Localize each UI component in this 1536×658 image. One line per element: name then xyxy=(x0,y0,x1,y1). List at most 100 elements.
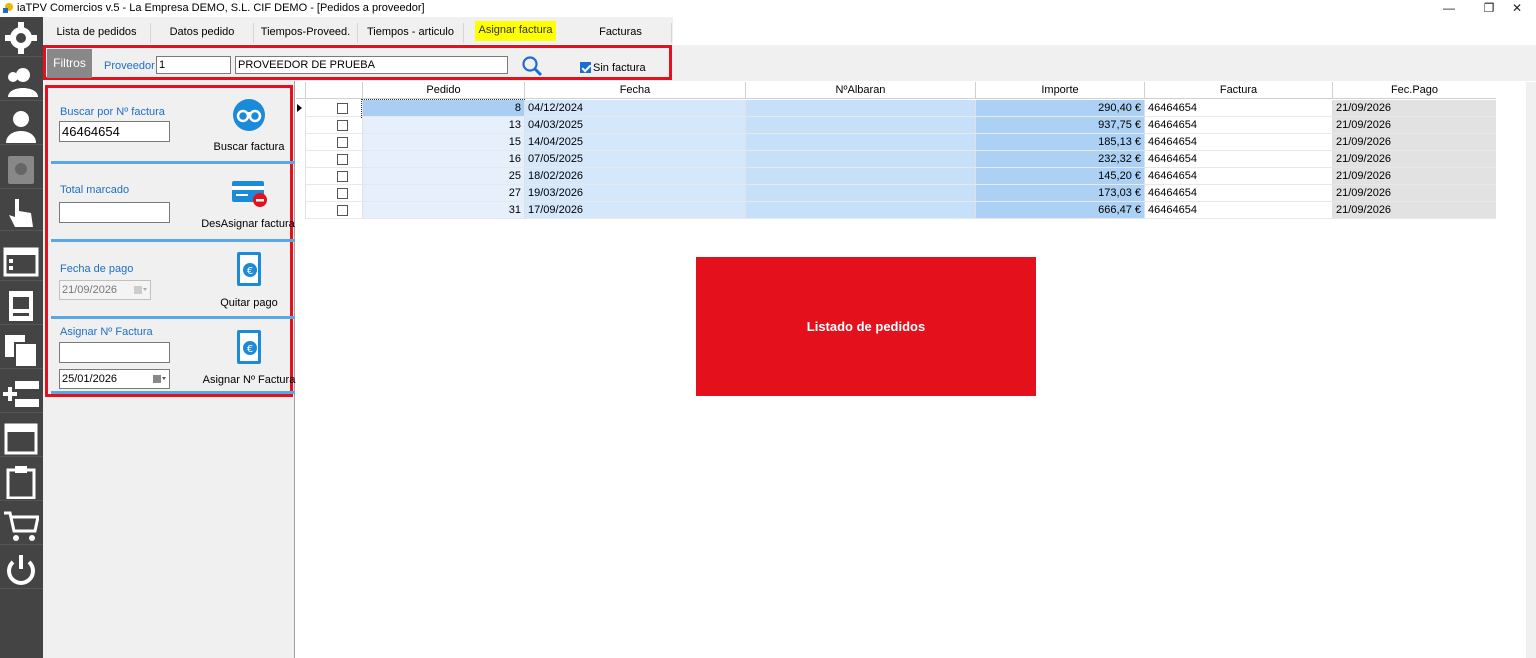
toolbar-documents-button[interactable] xyxy=(0,331,43,369)
tab-tiempos-proveed[interactable]: Tiempos-Proveed. xyxy=(254,23,358,43)
cell-fecha[interactable]: 18/02/2026 xyxy=(524,168,745,185)
cell-factura[interactable]: 46464654 xyxy=(1144,100,1332,117)
toolbar-panel-button[interactable] xyxy=(0,419,43,457)
sin-factura-checkbox[interactable] xyxy=(580,62,591,73)
toolbar-cart-button[interactable] xyxy=(0,507,43,545)
cell-fecha[interactable]: 07/05/2025 xyxy=(524,151,745,168)
buscar-factura-button[interactable]: Buscar factura xyxy=(213,141,285,153)
calendar-dropdown-icon[interactable] xyxy=(134,285,148,295)
table-row[interactable]: 8 04/12/2024 290,40 €46464654 21/09/2026 xyxy=(296,99,1496,118)
tab-tiempos-articulo[interactable]: Tiempos - articulo xyxy=(358,23,464,43)
cell-fec-pago[interactable]: 21/09/2026 xyxy=(1332,117,1496,134)
asignar-factura-button[interactable]: Asignar Nº Factura xyxy=(201,374,297,386)
quitar-pago-button[interactable]: Quitar pago xyxy=(216,297,282,309)
cell-importe[interactable]: 232,32 € xyxy=(975,151,1144,168)
close-button[interactable]: ✕ xyxy=(1494,0,1536,17)
row-checkbox[interactable] xyxy=(337,154,348,165)
row-checkbox[interactable] xyxy=(337,188,348,199)
cell-pedido[interactable]: 16 xyxy=(362,151,524,168)
table-row[interactable]: 25 18/02/2026 145,20 €46464654 21/09/2026 xyxy=(296,168,1496,185)
euro-book-icon[interactable]: € xyxy=(235,251,263,287)
cell-fec-pago[interactable]: 21/09/2026 xyxy=(1332,168,1496,185)
cell-factura[interactable]: 46464654 xyxy=(1144,185,1332,202)
cell-fecha[interactable]: 19/03/2026 xyxy=(524,185,745,202)
toolbar-touch-button[interactable] xyxy=(0,193,43,231)
cell-importe[interactable]: 290,40 € xyxy=(975,100,1144,117)
cell-albaran[interactable] xyxy=(745,151,975,168)
cell-factura[interactable]: 46464654 xyxy=(1144,134,1332,151)
cell-fecha[interactable]: 04/03/2025 xyxy=(524,117,745,134)
cell-pedido[interactable]: 25 xyxy=(362,168,524,185)
cell-albaran[interactable] xyxy=(745,168,975,185)
header-pedido[interactable]: Pedido xyxy=(362,82,524,99)
calendar-dropdown-icon[interactable] xyxy=(153,374,167,384)
euro-book-icon[interactable]: € xyxy=(235,329,263,365)
cell-fec-pago[interactable]: 21/09/2026 xyxy=(1332,185,1496,202)
row-checkbox[interactable] xyxy=(337,137,348,148)
cell-albaran[interactable] xyxy=(745,202,975,219)
cell-albaran[interactable] xyxy=(745,100,975,117)
table-row[interactable]: 13 04/03/2025 937,75 €46464654 21/09/2026 xyxy=(296,117,1496,134)
header-albaran[interactable]: NºAlbaran xyxy=(745,82,975,99)
desasignar-factura-button[interactable]: DesAsignar factura xyxy=(201,218,295,230)
cell-importe[interactable]: 173,03 € xyxy=(975,185,1144,202)
header-importe[interactable]: Importe xyxy=(975,82,1144,99)
header-fec-pago[interactable]: Fec.Pago xyxy=(1332,82,1496,99)
cell-fec-pago[interactable]: 21/09/2026 xyxy=(1332,151,1496,168)
cell-albaran[interactable] xyxy=(745,117,975,134)
row-checkbox[interactable] xyxy=(337,120,348,131)
toolbar-user-button[interactable] xyxy=(0,107,43,145)
cell-pedido[interactable]: 31 xyxy=(362,202,524,219)
cell-importe[interactable]: 666,47 € xyxy=(975,202,1144,219)
row-checkbox[interactable] xyxy=(337,205,348,216)
cell-pedido[interactable]: 13 xyxy=(362,117,524,134)
toolbar-invoice-button[interactable] xyxy=(0,287,43,325)
cell-importe[interactable]: 145,20 € xyxy=(975,168,1144,185)
cell-factura[interactable]: 46464654 xyxy=(1144,202,1332,219)
header-fecha[interactable]: Fecha xyxy=(524,82,745,99)
toolbar-clipboard-button[interactable] xyxy=(0,463,43,501)
tab-datos-pedido[interactable]: Datos pedido xyxy=(151,23,254,43)
cell-factura[interactable]: 46464654 xyxy=(1144,151,1332,168)
buscar-factura-input[interactable]: 46464654 xyxy=(59,121,170,142)
search-icon[interactable] xyxy=(521,55,543,77)
toolbar-clients-button[interactable] xyxy=(0,63,43,101)
cell-fecha[interactable]: 17/09/2026 xyxy=(524,202,745,219)
toolbar-add-row-button[interactable] xyxy=(0,375,43,413)
table-row[interactable]: 15 14/04/2025 185,13 €46464654 21/09/2026 xyxy=(296,134,1496,151)
binoculars-icon[interactable] xyxy=(232,98,266,132)
tab-asignar-factura[interactable]: Asignar factura xyxy=(475,21,556,41)
cell-pedido[interactable]: 27 xyxy=(362,185,524,202)
row-checkbox[interactable] xyxy=(337,171,348,182)
cell-fecha[interactable]: 04/12/2024 xyxy=(524,100,745,117)
asignar-factura-input[interactable] xyxy=(59,342,170,363)
cell-albaran[interactable] xyxy=(745,185,975,202)
row-checkbox[interactable] xyxy=(337,103,348,114)
cell-factura[interactable]: 46464654 xyxy=(1144,168,1332,185)
cell-pedido[interactable]: 8 xyxy=(361,99,525,118)
total-marcado-input[interactable] xyxy=(59,202,170,223)
cell-fec-pago[interactable]: 21/09/2026 xyxy=(1332,202,1496,219)
cell-factura[interactable]: 46464654 xyxy=(1144,117,1332,134)
cell-fec-pago[interactable]: 21/09/2026 xyxy=(1332,134,1496,151)
vertical-scrollbar[interactable] xyxy=(1526,82,1536,658)
cell-albaran[interactable] xyxy=(745,134,975,151)
cell-fec-pago[interactable]: 21/09/2026 xyxy=(1332,100,1496,117)
cell-importe[interactable]: 937,75 € xyxy=(975,117,1144,134)
cell-fecha[interactable]: 14/04/2025 xyxy=(524,134,745,151)
proveedor-code-input[interactable]: 1 xyxy=(156,56,231,74)
proveedor-name-input[interactable]: PROVEEDOR DE PRUEBA xyxy=(235,56,508,74)
card-remove-icon[interactable] xyxy=(231,178,269,208)
toolbar-window-button[interactable] xyxy=(0,243,43,281)
tab-facturas[interactable]: Facturas xyxy=(570,23,672,43)
table-row[interactable]: 16 07/05/2025 232,32 €46464654 21/09/2026 xyxy=(296,151,1496,168)
cell-pedido[interactable]: 15 xyxy=(362,134,524,151)
toolbar-settings-button[interactable] xyxy=(0,19,43,57)
toolbar-safe-button[interactable] xyxy=(0,151,43,189)
tab-lista-de-pedidos[interactable]: Lista de pedidos xyxy=(43,23,151,43)
header-factura[interactable]: Factura xyxy=(1144,82,1332,99)
cell-importe[interactable]: 185,13 € xyxy=(975,134,1144,151)
fecha-pago-date-input[interactable]: 21/09/2026 xyxy=(59,280,151,300)
asignar-date-input[interactable]: 25/01/2026 xyxy=(59,369,170,389)
table-row[interactable]: 27 19/03/2026 173,03 €46464654 21/09/2026 xyxy=(296,185,1496,202)
